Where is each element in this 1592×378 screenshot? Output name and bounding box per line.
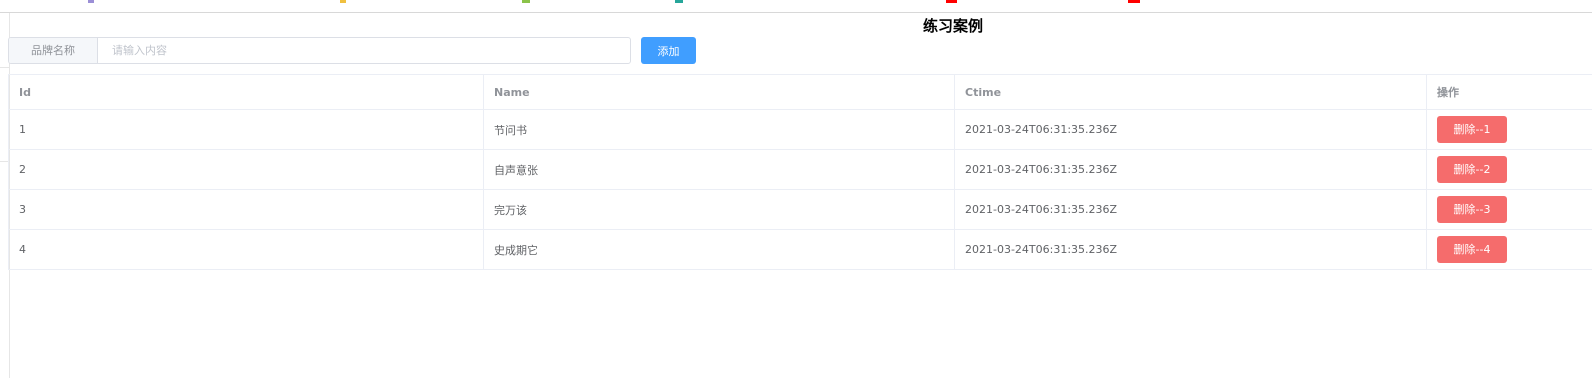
table-row: 3 完万该 2021-03-24T06:31:35.236Z 删除--3: [8, 189, 1592, 230]
table-row: 4 史成期它 2021-03-24T06:31:35.236Z 删除--4: [8, 229, 1592, 270]
cell-ctime: 2021-03-24T06:31:35.236Z: [954, 229, 1427, 270]
cell-ctime: 2021-03-24T06:31:35.236Z: [954, 189, 1427, 230]
add-button[interactable]: 添加: [641, 37, 696, 64]
cell-name: 史成期它: [483, 229, 955, 270]
cell-actions: 删除--4: [1426, 229, 1592, 270]
bookmark-bar-remnant: [0, 0, 1592, 13]
bookmark-icon-fragment: [88, 0, 94, 3]
bookmark-icon-fragment: [1128, 0, 1140, 3]
cell-name: 完万该: [483, 189, 955, 230]
column-header-actions: 操作: [1426, 74, 1592, 110]
cell-actions: 删除--2: [1426, 149, 1592, 190]
brand-name-label: 品牌名称: [9, 38, 98, 63]
table-row: 1 节问书 2021-03-24T06:31:35.236Z 删除--1: [8, 109, 1592, 150]
column-header-name: Name: [483, 74, 955, 110]
bookmark-icon-fragment: [340, 0, 346, 3]
brand-table: Id Name Ctime 操作 1 节问书 2021-03-24T06:31:…: [8, 74, 1592, 270]
cell-actions: 删除--1: [1426, 109, 1592, 150]
delete-button[interactable]: 删除--1: [1437, 116, 1507, 143]
bookmark-icon-fragment: [675, 0, 683, 3]
cell-ctime: 2021-03-24T06:31:35.236Z: [954, 109, 1427, 150]
delete-button[interactable]: 删除--3: [1437, 196, 1507, 223]
page-title: 练习案例: [922, 17, 983, 35]
brand-name-input[interactable]: [98, 38, 630, 63]
cell-id: 4: [8, 229, 484, 270]
cell-id: 2: [8, 149, 484, 190]
column-header-id: Id: [8, 74, 484, 110]
cell-id: 1: [8, 109, 484, 150]
cell-ctime: 2021-03-24T06:31:35.236Z: [954, 149, 1427, 190]
bookmark-icon-fragment: [522, 0, 530, 3]
delete-button[interactable]: 删除--4: [1437, 236, 1507, 263]
table-header-row: Id Name Ctime 操作: [8, 74, 1592, 110]
delete-button[interactable]: 删除--2: [1437, 156, 1507, 183]
cell-id: 3: [8, 189, 484, 230]
bookmark-icon-fragment: [946, 0, 957, 3]
cell-name: 节问书: [483, 109, 955, 150]
column-header-ctime: Ctime: [954, 74, 1427, 110]
cell-actions: 删除--3: [1426, 189, 1592, 230]
brand-name-input-group: 品牌名称: [8, 37, 631, 64]
cell-name: 自声意张: [483, 149, 955, 190]
sidebar-divider: [0, 67, 9, 68]
table-row: 2 自声意张 2021-03-24T06:31:35.236Z 删除--2: [8, 149, 1592, 190]
